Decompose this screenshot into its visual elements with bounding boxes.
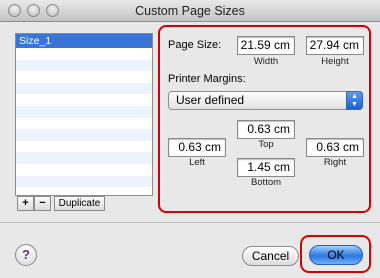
list-row-empty bbox=[16, 187, 152, 195]
list-row-empty bbox=[16, 71, 152, 83]
printer-margins-label: Printer Margins: bbox=[168, 73, 246, 85]
top-label: Top bbox=[258, 139, 274, 150]
list-row-empty bbox=[16, 152, 152, 164]
height-label: Height bbox=[321, 56, 349, 67]
list-row-empty bbox=[16, 164, 152, 176]
list-row-empty bbox=[16, 175, 152, 188]
cancel-button[interactable]: Cancel bbox=[242, 246, 299, 266]
footer-separator bbox=[0, 222, 380, 223]
list-row-empty bbox=[16, 129, 152, 141]
left-label: Left bbox=[189, 157, 205, 168]
add-size-button[interactable]: + bbox=[17, 196, 34, 211]
duplicate-button[interactable]: Duplicate bbox=[54, 196, 105, 211]
right-margin-field[interactable]: 0.63 cm bbox=[306, 138, 364, 157]
dialog-body: Size_1 + − Duplicate Page Size: 21.59 cm… bbox=[0, 22, 380, 278]
window-title: Custom Page Sizes bbox=[135, 4, 245, 18]
help-button[interactable]: ? bbox=[15, 244, 37, 266]
margins-popup-value: User defined bbox=[176, 93, 245, 107]
bottom-label: Bottom bbox=[250, 177, 282, 188]
page-size-list[interactable]: Size_1 bbox=[15, 33, 153, 196]
width-label: Width bbox=[253, 56, 279, 67]
top-margin-field[interactable]: 0.63 cm bbox=[237, 120, 295, 139]
list-row-empty bbox=[16, 94, 152, 106]
list-row-empty bbox=[16, 118, 152, 130]
bottom-margin-field[interactable]: 1.45 cm bbox=[237, 158, 295, 177]
left-margin-field[interactable]: 0.63 cm bbox=[168, 138, 226, 157]
list-row-empty bbox=[16, 59, 152, 72]
list-row-empty bbox=[16, 82, 152, 95]
list-row-empty bbox=[16, 141, 152, 153]
ok-button[interactable]: OK bbox=[309, 245, 363, 265]
margins-popup[interactable]: User defined ▲ ▼ bbox=[168, 91, 363, 110]
remove-size-button[interactable]: − bbox=[34, 196, 51, 211]
ok-button-highlight: OK bbox=[300, 235, 371, 273]
width-field[interactable]: 21.59 cm bbox=[237, 36, 295, 55]
popup-arrows-icon: ▲ ▼ bbox=[346, 91, 363, 110]
list-row-empty bbox=[16, 105, 152, 118]
list-row-empty bbox=[16, 48, 152, 60]
list-item[interactable]: Size_1 bbox=[16, 34, 152, 48]
title-bar: Custom Page Sizes bbox=[0, 0, 380, 22]
right-label: Right bbox=[323, 157, 347, 168]
page-size-label: Page Size: bbox=[168, 39, 222, 51]
height-field[interactable]: 27.94 cm bbox=[306, 36, 364, 55]
